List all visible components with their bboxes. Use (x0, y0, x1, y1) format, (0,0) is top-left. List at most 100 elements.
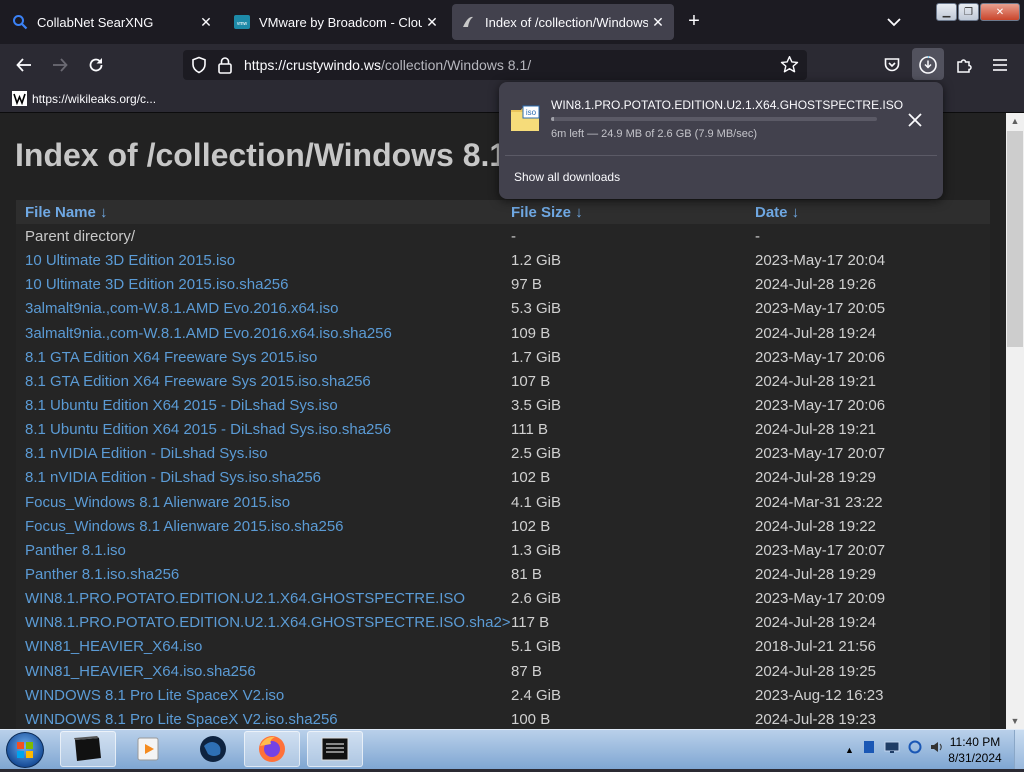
file-date: 2024-Mar-31 23:22 (755, 493, 883, 511)
download-filename[interactable]: WIN8.1.PRO.POTATO.EDITION.U2.1.X64.GHOST… (551, 98, 903, 112)
file-size: - (511, 228, 516, 245)
start-button[interactable] (6, 732, 44, 768)
file-size: 81 B (511, 565, 542, 583)
forward-arrow-icon[interactable] (50, 55, 70, 75)
file-link[interactable]: WINDOWS 8.1 Pro Lite SpaceX V2.iso (25, 687, 284, 704)
sort-by-size-link[interactable]: File Size ↓ (511, 204, 583, 221)
file-link[interactable]: 8.1 GTA Edition X64 Freeware Sys 2015.is… (25, 373, 371, 390)
show-desktop-button[interactable] (1014, 730, 1024, 769)
cancel-download-icon[interactable] (905, 110, 925, 130)
file-link[interactable]: 3almalt9nia.,com-W.8.1.AMD Evo.2016.x64.… (25, 300, 338, 317)
close-icon[interactable]: ✕ (196, 14, 216, 31)
file-link[interactable]: Focus_Windows 8.1 Alienware 2015.iso.sha… (25, 518, 344, 535)
new-tab-icon[interactable]: + (684, 11, 704, 32)
bookmark-wikileaks[interactable]: https://wikileaks.org/c... (12, 91, 156, 106)
taskbar-firefox[interactable] (244, 731, 300, 767)
parent-directory-link[interactable]: Parent directory/ (25, 228, 135, 245)
file-size: 2.4 GiB (511, 686, 562, 704)
taskbar-console[interactable] (307, 731, 363, 767)
scrollbar-thumb[interactable] (1007, 131, 1023, 347)
tab-vmware[interactable]: vmw VMware by Broadcom - Cloud C ✕ (226, 4, 448, 40)
file-link[interactable]: Focus_Windows 8.1 Alienware 2015.iso (25, 494, 290, 511)
taskbar-terminal-app[interactable] (60, 731, 116, 767)
url-text: https://crustywindo.ws/collection/Window… (244, 57, 531, 73)
file-link[interactable]: WIN81_HEAVIER_X64.iso.sha256 (25, 663, 256, 680)
file-date: 2024-Jul-28 19:24 (755, 324, 876, 342)
wikileaks-icon (12, 91, 27, 106)
tab-searxng[interactable]: CollabNet SearXNG ✕ (4, 4, 222, 40)
file-link[interactable]: 10 Ultimate 3D Edition 2015.iso.sha256 (25, 276, 289, 293)
table-row: Panther 8.1.iso.sha256 81 B 2024-Jul-28 19… (16, 562, 990, 586)
table-row: Focus_Windows 8.1 Alienware 2015.iso.sha… (16, 514, 990, 538)
minimize-icon[interactable]: ▁ (936, 3, 957, 21)
file-date: 2024-Jul-28 19:21 (755, 372, 876, 390)
file-size: 5.3 GiB (511, 300, 562, 318)
taskbar: ▲ 11:40 PM 8/31/2024 (0, 729, 1024, 769)
pocket-icon[interactable] (882, 55, 902, 75)
taskbar-clock[interactable]: 11:40 PM 8/31/2024 (940, 734, 1010, 766)
file-date: 2024-Jul-28 19:29 (755, 469, 876, 487)
file-date: 2023-May-17 20:05 (755, 300, 886, 318)
file-size: 4.1 GiB (511, 493, 562, 511)
globe-icon (200, 736, 226, 762)
vertical-scrollbar[interactable]: ▲ ▼ (1006, 113, 1024, 729)
file-size: 2.5 GiB (511, 445, 562, 463)
page-content: Index of /collection/Windows 8.1/ File N… (0, 113, 1006, 729)
tab-title: VMware by Broadcom - Cloud C (259, 14, 422, 30)
sync-icon[interactable] (908, 740, 922, 759)
reload-icon[interactable] (86, 55, 106, 75)
star-icon[interactable] (780, 55, 799, 79)
file-link[interactable]: WINDOWS 8.1 Pro Lite SpaceX V2.iso.sha25… (25, 711, 338, 728)
system-tray: ▲ (845, 740, 944, 759)
file-link[interactable]: Panther 8.1.iso.sha256 (25, 566, 179, 583)
menu-icon[interactable] (990, 55, 1010, 75)
table-row: WIN8.1.PRO.POTATO.EDITION.U2.1.X64.GHOST… (16, 610, 990, 634)
extensions-icon[interactable] (954, 55, 974, 75)
close-icon[interactable]: ✕ (648, 14, 668, 31)
file-link[interactable]: WIN8.1.PRO.POTATO.EDITION.U2.1.X64.GHOST… (25, 614, 511, 631)
file-size: 97 B (511, 276, 542, 294)
taskbar-media-player[interactable] (120, 731, 176, 767)
file-link[interactable]: 10 Ultimate 3D Edition 2015.iso (25, 252, 235, 269)
file-link[interactable]: 8.1 GTA Edition X64 Freeware Sys 2015.is… (25, 349, 317, 366)
console-icon (321, 737, 349, 761)
lock-icon[interactable] (217, 56, 233, 79)
file-link[interactable]: Panther 8.1.iso (25, 542, 126, 559)
file-size: 2.6 GiB (511, 590, 562, 608)
vmware-icon: vmw (234, 14, 250, 30)
chevron-down-icon[interactable] (884, 12, 904, 32)
table-row: 3almalt9nia.,com-W.8.1.AMD Evo.2016.x64.… (16, 321, 990, 345)
file-link[interactable]: 8.1 Ubuntu Edition X64 2015 - DiLshad Sy… (25, 397, 338, 414)
search-icon (12, 14, 28, 30)
file-link[interactable]: 8.1 nVIDIA Edition - DiLshad Sys.iso.sha… (25, 469, 321, 486)
address-bar[interactable]: https://crustywindo.ws/collection/Window… (183, 50, 807, 80)
file-link[interactable]: WIN8.1.PRO.POTATO.EDITION.U2.1.X64.GHOST… (25, 590, 465, 607)
network-icon[interactable] (884, 740, 900, 759)
back-arrow-icon[interactable] (14, 55, 34, 75)
tray-app-icon[interactable] (862, 740, 876, 759)
file-size: 102 B (511, 517, 551, 535)
file-link[interactable]: 8.1 nVIDIA Edition - DiLshad Sys.iso (25, 445, 268, 462)
file-link[interactable]: WIN81_HEAVIER_X64.iso (25, 638, 202, 655)
close-icon[interactable]: ✕ (422, 14, 442, 31)
tab-index-windows[interactable]: Index of /collection/Windows 8.1 ✕ (452, 4, 674, 40)
download-progress-icon[interactable] (918, 55, 938, 75)
window-close-icon[interactable]: ✕ (980, 3, 1020, 21)
file-date: 2024-Jul-28 19:29 (755, 565, 876, 583)
tray-expand-icon[interactable]: ▲ (845, 745, 854, 755)
sort-by-name-link[interactable]: File Name ↓ (25, 204, 108, 221)
show-all-downloads-link[interactable]: Show all downloads (514, 170, 620, 184)
shield-icon[interactable] (190, 56, 208, 79)
bookmark-label: https://wikileaks.org/c... (32, 91, 157, 106)
file-size: 102 B (511, 469, 551, 487)
taskbar-globe-app[interactable] (185, 731, 241, 767)
table-row: WIN81_HEAVIER_X64.iso 5.1 GiB 2018-Jul-21 … (16, 634, 990, 658)
iso-icon-label: iso (526, 108, 537, 117)
restore-icon[interactable]: ❐ (958, 3, 979, 21)
file-link[interactable]: 3almalt9nia.,com-W.8.1.AMD Evo.2016.x64.… (25, 325, 392, 342)
tab-title: Index of /collection/Windows 8.1 (485, 14, 648, 30)
scroll-down-arrow-icon[interactable]: ▼ (1010, 716, 1020, 726)
scroll-up-arrow-icon[interactable]: ▲ (1010, 116, 1020, 126)
file-link[interactable]: 8.1 Ubuntu Edition X64 2015 - DiLshad Sy… (25, 421, 391, 438)
sort-by-date-link[interactable]: Date ↓ (755, 204, 799, 221)
